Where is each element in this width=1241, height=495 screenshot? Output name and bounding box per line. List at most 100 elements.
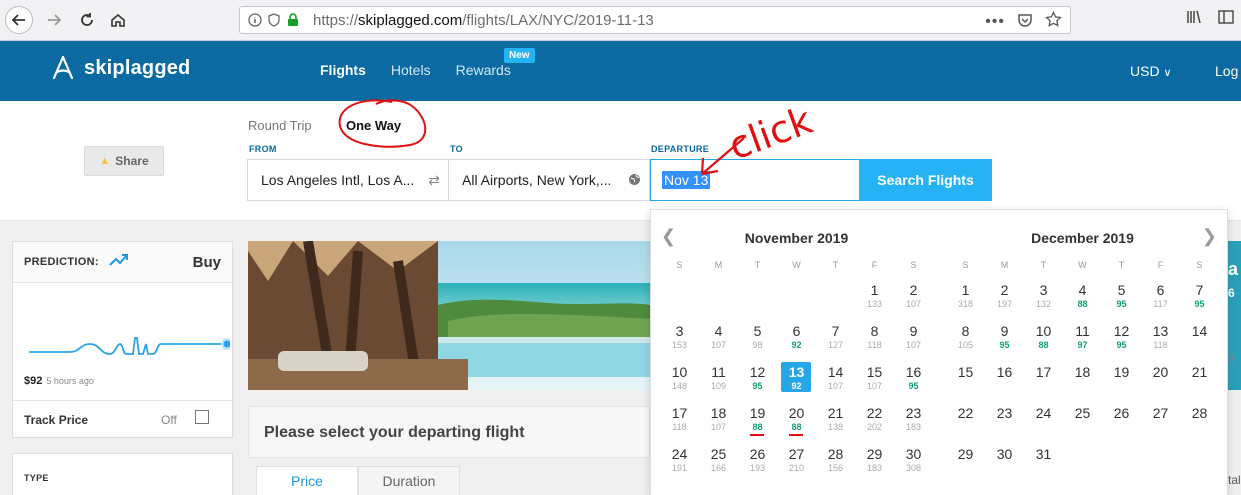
calendar-day[interactable]: 14 <box>1180 321 1219 362</box>
calendar-day[interactable]: 7 95 <box>1180 280 1219 321</box>
tab-price[interactable]: Price <box>256 466 358 495</box>
shield-icon[interactable] <box>266 12 282 28</box>
calendar-day[interactable]: 18 107 <box>699 403 738 444</box>
calendar-day[interactable]: 20 <box>1141 362 1180 403</box>
info-icon[interactable] <box>247 12 263 28</box>
calendar-day[interactable]: 15 107 <box>855 362 894 403</box>
calendar-day[interactable]: 28 <box>1180 403 1219 444</box>
currency-label: USD <box>1130 63 1160 79</box>
calendar-day[interactable]: 2 197 <box>985 280 1024 321</box>
calendar-day[interactable]: 5 98 <box>738 321 777 362</box>
calendar-day[interactable]: 11 109 <box>699 362 738 403</box>
more-icon[interactable]: ••• <box>985 13 1005 31</box>
calendar-day[interactable]: 8 118 <box>855 321 894 362</box>
calendar-day[interactable]: 10 88 <box>1024 321 1063 362</box>
calendar-day[interactable]: 23 <box>985 403 1024 444</box>
calendar-day[interactable]: 1 133 <box>855 280 894 321</box>
nav-hotels[interactable]: Hotels <box>391 62 431 78</box>
calendar-day[interactable]: 25 <box>1063 403 1102 444</box>
calendar-day[interactable]: 17 <box>1024 362 1063 403</box>
calendar-day[interactable]: 3 153 <box>660 321 699 362</box>
back-button[interactable] <box>5 6 33 34</box>
calendar-day[interactable]: 3 132 <box>1024 280 1063 321</box>
search-flights-button[interactable]: Search Flights <box>859 159 992 201</box>
day-number: 23 <box>996 405 1013 421</box>
tab-duration[interactable]: Duration <box>358 466 460 495</box>
weekday-label: T <box>832 260 839 270</box>
calendar-day[interactable]: 13 118 <box>1141 321 1180 362</box>
one-way-option[interactable]: One Way <box>346 118 401 133</box>
calendar-day[interactable]: 12 95 <box>1102 321 1141 362</box>
calendar-day[interactable]: 7 127 <box>816 321 855 362</box>
calendar-day[interactable]: 14 107 <box>816 362 855 403</box>
calendar-day[interactable]: 18 <box>1063 362 1102 403</box>
sidebar-icon[interactable] <box>1217 8 1235 31</box>
day-number: 16 <box>905 364 922 380</box>
calendar-day[interactable]: 24 <box>1024 403 1063 444</box>
reload-button[interactable] <box>73 6 101 34</box>
calendar-day[interactable]: 31 <box>1024 444 1063 485</box>
home-button[interactable] <box>104 6 132 34</box>
calendar-day[interactable]: 30 <box>985 444 1024 485</box>
calendar-day[interactable]: 29 183 <box>855 444 894 485</box>
calendar-day[interactable]: 17 118 <box>660 403 699 444</box>
calendar-day[interactable]: 23 183 <box>894 403 933 444</box>
calendar-day[interactable]: 15 <box>946 362 985 403</box>
swap-icon[interactable]: ⇄ <box>428 172 440 189</box>
calendar-day[interactable]: 22 <box>946 403 985 444</box>
track-price-checkbox[interactable] <box>195 410 209 424</box>
calendar-day[interactable]: 2 107 <box>894 280 933 321</box>
calendar-day[interactable]: 27 210 <box>777 444 816 485</box>
calendar-day[interactable]: 11 97 <box>1063 321 1102 362</box>
url-text[interactable]: https://skiplagged.com/flights/LAX/NYC/2… <box>313 12 654 29</box>
day-price: 183 <box>866 463 883 473</box>
forward-button[interactable] <box>40 6 68 34</box>
round-trip-option[interactable]: Round Trip <box>248 118 312 133</box>
currency-select[interactable]: USD ∨ <box>1130 63 1172 79</box>
library-icon[interactable] <box>1185 8 1203 31</box>
nav-flights[interactable]: Flights <box>320 62 366 78</box>
day-number: 14 <box>827 364 844 380</box>
calendar-day[interactable]: 30 308 <box>894 444 933 485</box>
url-bar[interactable]: https://skiplagged.com/flights/LAX/NYC/2… <box>239 6 1071 34</box>
calendar-day[interactable]: 4 107 <box>699 321 738 362</box>
calendar-day[interactable]: 26 193 <box>738 444 777 485</box>
calendar-day[interactable]: 19 88 <box>738 403 777 444</box>
share-button[interactable]: ▲ Share <box>84 146 164 176</box>
calendar-day[interactable]: 20 88 <box>777 403 816 444</box>
calendar-day-selected[interactable]: 13 92 <box>777 362 816 403</box>
day-price: 97 <box>1077 340 1088 350</box>
select-flight-bar: Please select your departing flight <box>248 406 650 458</box>
calendar-day[interactable]: 21 138 <box>816 403 855 444</box>
to-field[interactable]: All Airports, New York,... <box>448 159 650 201</box>
logo[interactable]: skiplagged <box>50 55 190 81</box>
calendar-day[interactable]: 21 <box>1180 362 1219 403</box>
day-number: 19 <box>1113 364 1130 380</box>
calendar-day[interactable]: 8 105 <box>946 321 985 362</box>
calendar-day[interactable]: 27 <box>1141 403 1180 444</box>
nav-rewards[interactable]: Rewards <box>456 62 511 78</box>
bookmark-star-icon[interactable] <box>1045 10 1062 33</box>
calendar-day[interactable]: 12 95 <box>738 362 777 403</box>
calendar-day[interactable]: 16 95 <box>894 362 933 403</box>
pocket-icon[interactable] <box>1017 12 1033 33</box>
calendar-day[interactable]: 16 <box>985 362 1024 403</box>
calendar-day[interactable]: 6 92 <box>777 321 816 362</box>
login-link[interactable]: Log <box>1215 63 1238 79</box>
calendar-day[interactable]: 28 156 <box>816 444 855 485</box>
calendar-day[interactable]: 29 <box>946 444 985 485</box>
calendar-day[interactable]: 9 95 <box>985 321 1024 362</box>
calendar-day[interactable]: 9 107 <box>894 321 933 362</box>
calendar-day[interactable]: 25 166 <box>699 444 738 485</box>
calendar-day[interactable]: 6 117 <box>1141 280 1180 321</box>
calendar-day[interactable]: 5 95 <box>1102 280 1141 321</box>
calendar-day[interactable]: 10 148 <box>660 362 699 403</box>
calendar-day[interactable]: 26 <box>1102 403 1141 444</box>
departure-field[interactable]: Nov 13 <box>650 159 860 201</box>
calendar-day[interactable]: 1 318 <box>946 280 985 321</box>
calendar-day[interactable]: 4 88 <box>1063 280 1102 321</box>
calendar-day[interactable]: 19 <box>1102 362 1141 403</box>
from-field[interactable]: Los Angeles Intl, Los A... ⇄ <box>247 159 449 201</box>
calendar-day[interactable]: 22 202 <box>855 403 894 444</box>
calendar-day[interactable]: 24 191 <box>660 444 699 485</box>
